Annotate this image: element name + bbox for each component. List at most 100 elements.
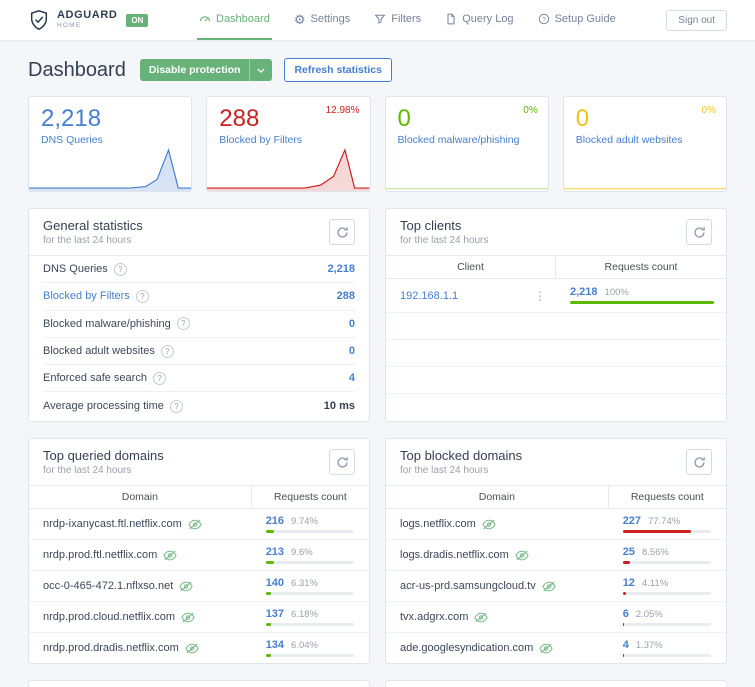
requests-percent: 8.56% (641, 546, 669, 558)
brand-subtitle: HOME (57, 22, 82, 30)
panel-subtitle: for the last 24 hours (400, 235, 489, 246)
table-row-empty (386, 313, 726, 340)
table-row-empty (386, 340, 726, 367)
requests-count: 227 (622, 514, 642, 527)
stat-row-value: 2,218 (327, 263, 355, 276)
refresh-button[interactable] (686, 449, 712, 475)
column-header: Domain (386, 486, 609, 509)
table-row: occ-0-465-472.1.nflxso.net 140 6.31% (29, 571, 369, 602)
progress-bar (265, 622, 354, 626)
sign-out-button[interactable]: Sign out (666, 9, 727, 31)
stat-percent: 12.98% (325, 105, 360, 116)
eye-off-icon[interactable] (539, 643, 553, 654)
stat-cards-row: 2,218 DNS Queries 288 Blocked by Filters… (28, 96, 727, 192)
panels-row-2: Top queried domains for the last 24 hour… (28, 438, 727, 664)
adguard-logo-icon[interactable] (28, 9, 50, 31)
help-icon[interactable] (169, 399, 183, 413)
general-statistics-list: DNS Queries 2,218 Blocked by Filters 288… (29, 256, 369, 420)
dashboard-icon (199, 13, 211, 25)
nav-settings[interactable]: ⚙ Settings (292, 0, 352, 40)
help-icon[interactable] (113, 262, 127, 276)
refresh-button[interactable] (329, 219, 355, 245)
requests-percent: 9.6% (291, 546, 313, 558)
domain-name: tvx.adgrx.com (400, 611, 469, 623)
disable-protection-button[interactable]: Disable protection (139, 59, 273, 81)
domain-name: nrdp.prod.cloud.netflix.com (43, 611, 176, 623)
table-row: 192.168.1.1 2,218 100% (386, 279, 726, 313)
panel-header: Top queried domains for the last 24 hour… (29, 439, 369, 486)
table-row: nrdp.prod.cloud.netflix.com 137 6.18% (29, 602, 369, 633)
help-icon[interactable] (160, 344, 174, 358)
eye-off-icon[interactable] (179, 581, 193, 592)
refresh-icon (693, 226, 705, 238)
column-header: Requests count (608, 486, 726, 509)
eye-off-icon[interactable] (474, 612, 489, 623)
eye-off-icon[interactable] (515, 550, 529, 561)
panel-header: Average upstream response time for the l… (386, 681, 726, 687)
refresh-button[interactable] (329, 449, 355, 475)
stat-row-label: DNS Queries (43, 263, 108, 276)
nav-filters[interactable]: Filters (372, 0, 423, 40)
stat-label-link[interactable]: Blocked adult websites (576, 134, 714, 146)
progress-bar (622, 560, 711, 564)
stat-row: Enforced safe search 4 (43, 365, 355, 393)
stat-row-value: 4 (348, 372, 355, 385)
domain-name: occ-0-465-472.1.nflxso.net (43, 580, 174, 592)
table-header-row: Client Requests count (386, 256, 726, 279)
help-icon[interactable] (176, 317, 190, 331)
protection-status-badge: ON (126, 13, 149, 27)
help-icon[interactable] (152, 371, 166, 385)
requests-count: 140 (265, 576, 285, 589)
table-header-row: Domain Requests count (29, 486, 369, 509)
nav-label: Query Log (462, 13, 514, 25)
domain-name: ade.googlesyndication.com (400, 642, 534, 654)
top-blocked-domains-panel: Top blocked domains for the last 24 hour… (385, 438, 727, 664)
top-queried-domains-panel: Top queried domains for the last 24 hour… (28, 438, 370, 664)
table-row: logs.netflix.com 227 77.74% (386, 509, 726, 540)
eye-off-icon[interactable] (163, 550, 177, 561)
domain-name: nrdp.prod.ftl.netflix.com (43, 549, 158, 561)
stat-label-link[interactable]: Blocked by Filters (219, 134, 357, 146)
nav-dashboard[interactable]: Dashboard (197, 0, 272, 40)
requests-count: 213 (265, 545, 285, 558)
column-header: Domain (29, 486, 252, 509)
top-queried-table: Domain Requests count nrdp-ixanycast.ftl… (29, 486, 369, 663)
stat-row-value: 10 ms (323, 400, 355, 413)
stat-value: 0 (575, 105, 590, 132)
refresh-statistics-button[interactable]: Refresh statistics (284, 58, 392, 82)
requests-count: 6 (622, 607, 629, 620)
help-icon[interactable] (135, 289, 149, 303)
eye-off-icon[interactable] (188, 519, 202, 530)
stat-percent: 0% (523, 105, 538, 116)
stat-row-label-link[interactable]: Blocked by Filters (43, 290, 130, 302)
progress-bar (265, 560, 354, 564)
panels-row-1: General statistics for the last 24 hours… (28, 208, 727, 422)
table-row: ade.googlesyndication.com 4 1.37% (386, 633, 726, 663)
panel-header: Top blocked domains for the last 24 hour… (386, 439, 726, 486)
eye-off-icon[interactable] (181, 612, 195, 623)
stat-label-link[interactable]: DNS Queries (41, 134, 179, 146)
nav-setup-guide[interactable]: ? Setup Guide (536, 0, 618, 40)
refresh-button[interactable] (686, 219, 712, 245)
stat-value: 0 (397, 105, 411, 132)
column-header: Client (386, 256, 556, 279)
client-ip-link[interactable]: 192.168.1.1 (400, 290, 458, 302)
progress-bar (622, 591, 711, 595)
panel-subtitle: for the last 24 hours (400, 465, 489, 476)
table-row-empty (386, 367, 726, 394)
eye-off-icon[interactable] (542, 581, 556, 592)
column-header: Requests count (556, 256, 726, 279)
eye-off-icon[interactable] (185, 643, 199, 654)
blocked-adult-sparkline (564, 147, 726, 191)
progress-bar (265, 591, 354, 595)
eye-off-icon[interactable] (482, 519, 496, 530)
document-icon (445, 13, 457, 25)
stat-row: Blocked adult websites 0 (43, 338, 355, 366)
stat-row: Average processing time 10 ms (43, 392, 355, 419)
panel-subtitle: for the last 24 hours (43, 465, 132, 476)
panel-title: Top clients (400, 218, 462, 233)
stat-row-label: Average processing time (43, 400, 164, 413)
nav-query-log[interactable]: Query Log (443, 0, 515, 40)
stat-label-link[interactable]: Blocked malware/phishing (398, 134, 536, 146)
row-menu-icon[interactable] (534, 289, 546, 303)
